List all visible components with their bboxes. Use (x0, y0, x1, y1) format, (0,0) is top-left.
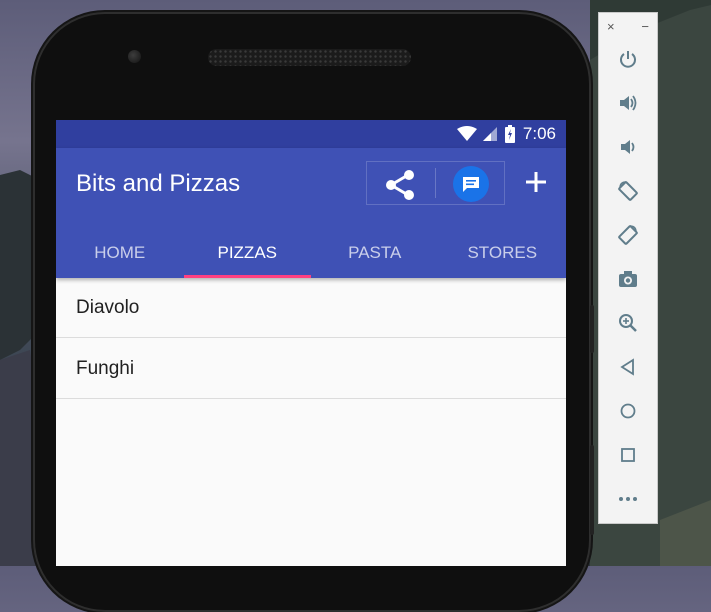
add-button[interactable] (524, 170, 548, 194)
power-button[interactable] (614, 45, 642, 73)
tab-home[interactable]: HOME (56, 228, 184, 278)
phone-side-button (590, 305, 594, 353)
app-title: Bits and Pizzas (76, 170, 241, 197)
rotate-right-button[interactable] (614, 221, 642, 249)
volume-up-icon (620, 95, 637, 111)
back-button[interactable] (614, 353, 642, 381)
message-icon (463, 177, 479, 192)
rotate-left-icon (618, 181, 638, 201)
emulator-toolbar-header: × − (599, 13, 657, 39)
minimize-icon[interactable]: − (641, 19, 649, 34)
volume-down-icon (621, 140, 635, 154)
volume-down-button[interactable] (614, 133, 642, 161)
emulator-toolbar: × − (598, 12, 658, 524)
messages-share-button[interactable] (453, 166, 489, 202)
more-button[interactable] (614, 485, 642, 513)
signal-icon (481, 126, 497, 142)
status-bar: 7:06 (56, 120, 566, 148)
rotate-right-icon (618, 225, 638, 245)
tab-bar: HOME PIZZAS PASTA STORES (56, 228, 566, 278)
tab-pizzas[interactable]: PIZZAS (183, 228, 312, 278)
plus-icon (526, 172, 546, 192)
more-icon (619, 497, 637, 501)
close-icon[interactable]: × (607, 19, 615, 34)
overview-button[interactable] (614, 441, 642, 469)
overview-icon (621, 448, 635, 462)
rotate-left-button[interactable] (614, 177, 642, 205)
power-icon (620, 51, 636, 68)
list-item[interactable]: Funghi (56, 338, 566, 399)
share-action-provider (366, 161, 505, 205)
share-button[interactable] (383, 168, 417, 202)
zoom-icon (619, 314, 637, 332)
share-divider (435, 168, 436, 198)
camera-icon (619, 271, 637, 287)
earpiece-speaker (208, 49, 411, 66)
tab-pasta[interactable]: PASTA (311, 228, 439, 278)
battery-charging-icon (504, 125, 515, 143)
phone-screen: 7:06 Bits and Pizzas HOME PIZZAS PASTA S… (56, 120, 566, 566)
list-item[interactable]: Diavolo (56, 278, 566, 338)
screenshot-button[interactable] (614, 265, 642, 293)
home-button[interactable] (614, 397, 642, 425)
phone-side-button (590, 445, 594, 535)
front-camera (128, 50, 141, 63)
wifi-icon (456, 126, 477, 142)
status-time: 7:06 (522, 124, 556, 143)
volume-up-button[interactable] (614, 89, 642, 117)
tab-stores[interactable]: STORES (439, 228, 567, 278)
share-icon (386, 170, 414, 200)
back-icon (620, 358, 634, 376)
zoom-button[interactable] (614, 309, 642, 337)
home-icon (620, 403, 636, 419)
pizza-list: Diavolo Funghi (56, 278, 566, 399)
app-bar: Bits and Pizzas HOME PIZZAS PASTA STORES (56, 148, 566, 278)
